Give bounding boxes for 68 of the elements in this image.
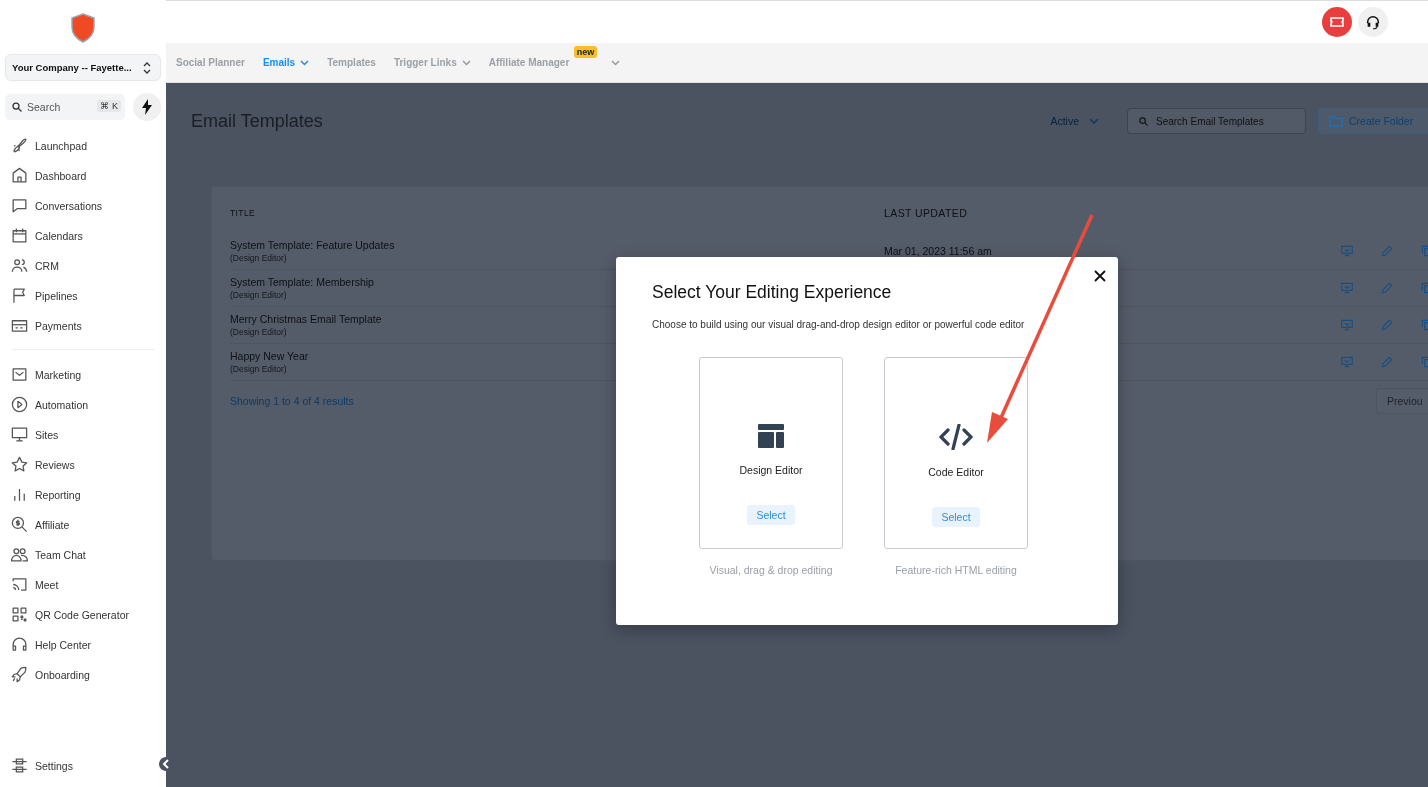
sidebar-item[interactable]: Conversations	[10, 196, 161, 215]
quick-action-button[interactable]	[133, 93, 161, 121]
sidebar-item[interactable]: Reviews	[10, 455, 161, 474]
sidebar-item[interactable]: Help Center	[10, 635, 161, 654]
layout-icon	[758, 424, 784, 448]
headset-icon	[1365, 14, 1381, 30]
sidebar-item[interactable]: Dashboard	[10, 166, 161, 185]
close-button[interactable]	[1092, 268, 1108, 284]
editor-option-card[interactable]: Code Editor Select	[884, 357, 1028, 549]
preview-icon[interactable]	[1340, 281, 1354, 295]
chevron-down-icon	[611, 59, 621, 66]
template-type: (Design Editor)	[230, 290, 287, 300]
shortcut-hint: ⌘ K	[97, 100, 121, 112]
preview-icon[interactable]	[1340, 355, 1354, 369]
close-icon	[1094, 270, 1106, 282]
new-badge: new	[573, 46, 598, 58]
edit-icon[interactable]	[1380, 318, 1394, 332]
template-type: (Design Editor)	[230, 364, 287, 374]
preview-icon[interactable]	[1340, 244, 1354, 258]
search-field[interactable]: Search Email Templates	[1127, 108, 1306, 134]
more-tabs-button[interactable]	[609, 57, 623, 68]
sidebar-item[interactable]: Sites	[10, 425, 161, 444]
chevron-up-down-icon	[142, 60, 152, 75]
option-caption: Visual, drag & drop editing	[709, 564, 833, 576]
sidebar-item[interactable]: Affiliate	[10, 515, 161, 534]
chevron-left-icon	[162, 759, 170, 769]
lightning-icon	[141, 99, 153, 115]
edit-icon[interactable]	[1380, 355, 1394, 369]
sidebar-item[interactable]: Team Chat	[10, 545, 161, 564]
sidebar-item[interactable]: QR Code Generator	[10, 605, 161, 624]
sidebar-item[interactable]: CRM	[10, 256, 161, 275]
edit-icon[interactable]	[1380, 244, 1394, 258]
sidebar-item[interactable]: Launchpad	[10, 136, 161, 155]
ticket-icon	[1330, 17, 1344, 27]
sidebar-item[interactable]: Calendars	[10, 226, 161, 245]
sidebar-item[interactable]: Payments	[10, 316, 161, 335]
chevron-down-icon	[1089, 118, 1099, 124]
template-type: (Design Editor)	[230, 327, 287, 337]
editor-option-card[interactable]: Design Editor Select	[699, 357, 843, 549]
column-header: TITLE	[230, 208, 257, 218]
search-icon	[1138, 116, 1149, 127]
sidebar-item[interactable]: Automation	[10, 395, 161, 414]
dialog-title: Select Your Editing Experience	[652, 282, 893, 303]
settings-item[interactable]: Settings	[5, 756, 161, 775]
results-summary: Showing 1 to 4 of 4 results	[230, 395, 354, 407]
sidebar-item[interactable]: Pipelines	[10, 286, 161, 305]
settings-icon	[10, 756, 29, 775]
column-header: LAST UPDATED	[884, 207, 969, 219]
support-button[interactable]	[1358, 7, 1388, 37]
company-selector[interactable]: Your Company -- Fayette...	[5, 54, 161, 81]
ticket-button[interactable]	[1322, 7, 1352, 37]
sidebar-item[interactable]: Onboarding	[10, 665, 161, 684]
shield-logo-icon	[70, 13, 96, 43]
option-caption: Feature-rich HTML editing	[895, 564, 1017, 576]
code-icon	[939, 424, 973, 450]
page-title: Email Templates	[191, 110, 324, 132]
preview-icon[interactable]	[1340, 318, 1354, 332]
sidebar-item[interactable]: Marketing	[10, 365, 161, 384]
option-name: Code Editor	[928, 466, 984, 478]
sidebar-item[interactable]: Meet	[10, 575, 161, 594]
edit-icon[interactable]	[1380, 281, 1394, 295]
template-type: (Design Editor)	[230, 253, 287, 263]
search-icon	[11, 101, 23, 113]
folder-icon	[1329, 115, 1343, 127]
dialog-description: Choose to build using our visual drag-and-drop design editor or powerful code editor	[652, 319, 1026, 330]
updated-date: Mar 01, 2023 11:56 am	[884, 245, 992, 257]
option-name: Design Editor	[739, 464, 803, 476]
sidebar-item[interactable]: Reporting	[10, 485, 161, 504]
